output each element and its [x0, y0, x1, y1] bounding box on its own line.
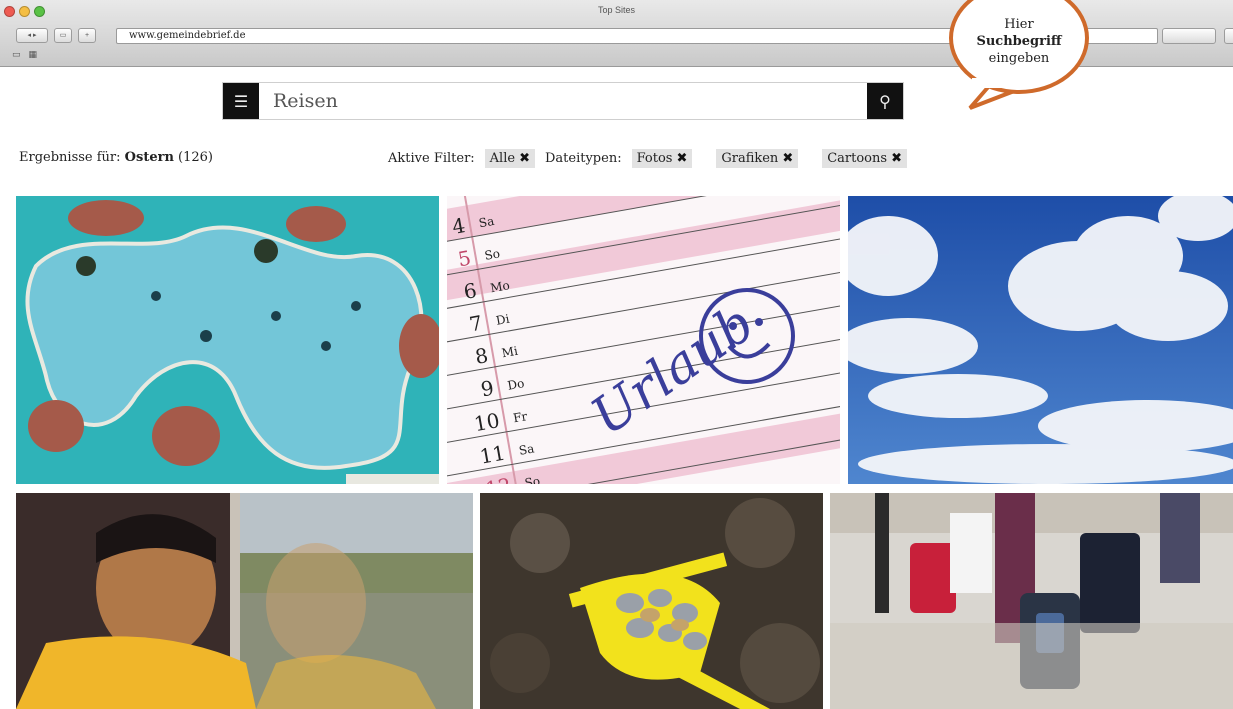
callout-line1: Hier — [1004, 17, 1034, 32]
photo-sky-clouds[interactable] — [848, 196, 1233, 484]
calendar-day-abbr: Sa — [518, 441, 536, 457]
search-bar: ☰ ⚲ — [222, 82, 904, 120]
results-summary: Ergebnisse für: Ostern (126) — [19, 150, 213, 165]
filter-chip-label: Fotos — [636, 151, 673, 166]
url-text: www.gemeindebrief.de — [129, 30, 246, 41]
calendar-day-number: 11 — [478, 441, 507, 469]
search-field[interactable] — [1162, 28, 1216, 44]
search-input[interactable] — [273, 87, 833, 115]
search-icon[interactable]: ⚲ — [867, 83, 903, 119]
filter-chip-fotos[interactable]: Fotos ✖ — [631, 149, 693, 168]
calendar-day-abbr: So — [483, 246, 501, 262]
filter-chip-label: Cartoons — [827, 151, 888, 166]
calendar-day-abbr: Di — [495, 312, 511, 328]
filter-chip-grafiken[interactable]: Grafiken ✖ — [716, 149, 799, 168]
calendar-day-number: 10 — [472, 408, 501, 436]
close-icon[interactable]: ✖ — [519, 151, 530, 166]
calendar-day-abbr: Sa — [478, 214, 496, 230]
filetype-label: Dateitypen: — [544, 151, 622, 166]
callout-line3: eingeben — [988, 51, 1050, 66]
calendar-day-abbr: Mi — [501, 344, 519, 361]
close-icon[interactable]: ✖ — [891, 151, 902, 166]
results-term: Ostern — [124, 150, 174, 165]
calendar-day-abbr: So — [524, 474, 542, 484]
calendar-day-abbr: Fr — [512, 409, 529, 425]
history-icon[interactable]: ▭ — [54, 28, 72, 43]
top-sites-icon[interactable]: ▦ — [29, 50, 38, 60]
add-icon[interactable]: + — [78, 28, 96, 43]
filter-bar: Aktive Filter: Alle ✖ Dateitypen: Fotos … — [388, 149, 907, 168]
callout-line2: Suchbegriff — [976, 34, 1062, 49]
filter-chip-cartoons[interactable]: Cartoons ✖ — [822, 149, 907, 168]
close-icon[interactable]: ✖ — [782, 151, 793, 166]
reading-list-icon[interactable]: ▭ — [12, 50, 21, 60]
close-icon[interactable]: ✖ — [676, 151, 687, 166]
nav-buttons: ◂ ▸ ▭ + — [16, 28, 96, 43]
results-label: Ergebnisse für: — [19, 150, 121, 165]
calendar-day-abbr: Do — [506, 376, 525, 393]
toolbar-button[interactable] — [1224, 28, 1233, 44]
photo-calendar-urlaub[interactable]: 4Sa5So6Mo7Di8Mi9Do10Fr11Sa12So Urlaub — [447, 196, 840, 484]
callout-tail-cover — [972, 78, 1002, 88]
photo-pool-aerial[interactable] — [16, 196, 439, 484]
filter-chip-label: Grafiken — [721, 151, 779, 166]
bookmarks-bar: ▭ ▦ — [12, 50, 37, 60]
back-forward-button[interactable]: ◂ ▸ — [16, 28, 48, 43]
photo-sand-shovel[interactable] — [480, 493, 823, 709]
photo-luggage-travelers[interactable] — [830, 493, 1233, 709]
active-filter-label: Aktive Filter: — [388, 151, 475, 166]
filter-chip-alle[interactable]: Alle ✖ — [484, 149, 535, 168]
photo-boy-train[interactable] — [16, 493, 473, 709]
list-icon[interactable]: ☰ — [223, 83, 259, 119]
filter-chip-label: Alle — [489, 151, 516, 166]
results-count: (126) — [178, 150, 214, 165]
